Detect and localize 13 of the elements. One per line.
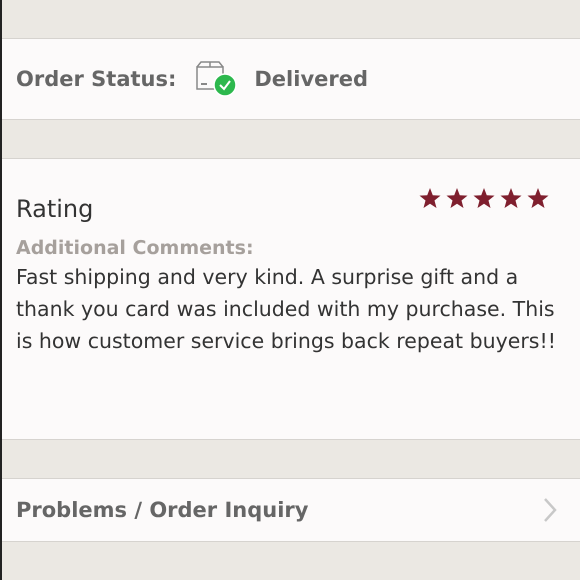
comment-text: Fast shipping and very kind. A surprise gift and a thank you card was included with my purchase. This is how customer service brings back repeat buyers!!	[16, 264, 557, 355]
rating-title: Rating	[16, 195, 94, 223]
status-label: Order Status:	[16, 67, 176, 91]
star-icon	[472, 187, 496, 209]
delivered-box-icon	[196, 61, 238, 97]
status-value: Delivered	[254, 67, 368, 91]
star-icon	[445, 187, 469, 209]
comments-label: Additional Comments:	[16, 237, 255, 259]
chevron-right-icon	[542, 496, 558, 524]
star-icon	[418, 187, 442, 209]
star-icon	[526, 187, 550, 209]
order-inquiry-row[interactable]: Problems / Order Inquiry	[2, 478, 580, 542]
star-icon	[499, 187, 523, 209]
